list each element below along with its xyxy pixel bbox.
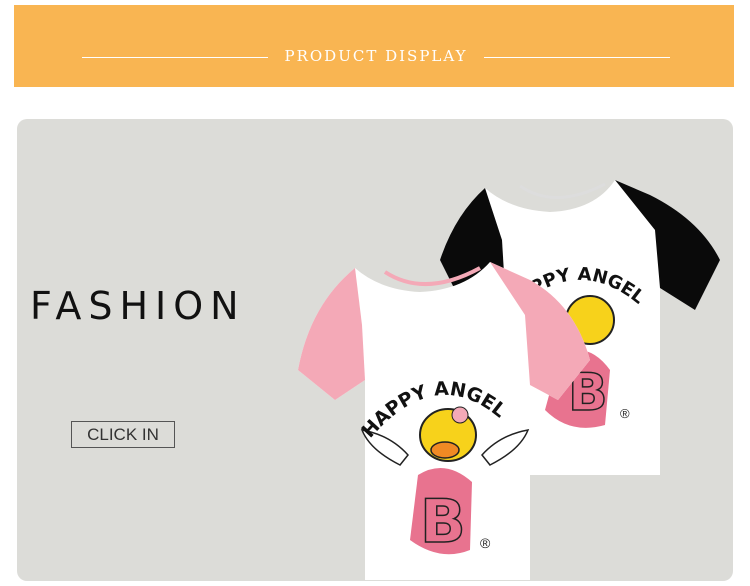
click-in-button[interactable]: CLICK IN <box>71 421 175 448</box>
hero-headline: FASHION <box>30 284 246 328</box>
header-banner: PRODUCT DISPLAY <box>14 5 734 87</box>
banner-divider-right <box>484 57 670 58</box>
banner-title: PRODUCT DISPLAY <box>284 47 468 65</box>
front-shirt-mark: ® <box>480 535 491 551</box>
product-image[interactable]: B ® HAPPY ANGEL B ® HAPPY ANGEL <box>260 165 740 585</box>
back-shirt-mark: ® <box>620 406 630 421</box>
front-shirt-letter: B <box>420 487 466 557</box>
banner-divider-left <box>82 57 268 58</box>
